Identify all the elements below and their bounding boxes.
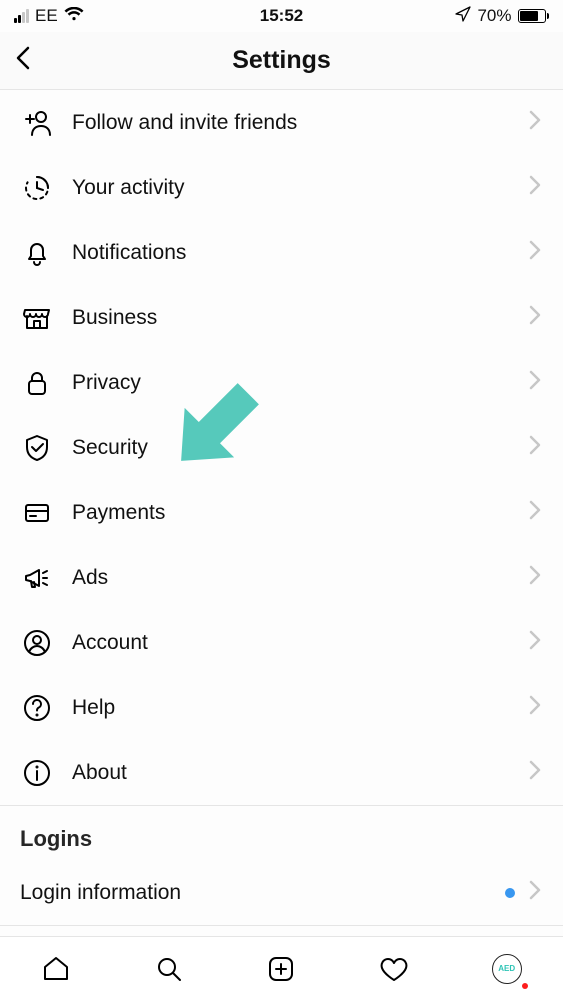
card-icon [20,496,54,530]
tab-bar: AED [0,936,563,1000]
row-account[interactable]: Account [0,610,563,675]
row-label: Login information [20,881,505,905]
search-icon [154,954,184,984]
info-circle-icon [20,756,54,790]
logins-section-title: Logins [0,806,563,860]
chevron-right-icon [529,240,541,265]
chevron-right-icon [529,565,541,590]
battery-percent-label: 70% [477,6,511,26]
shield-check-icon [20,431,54,465]
activity-clock-icon [20,171,54,205]
row-label: Privacy [72,371,529,395]
row-payments[interactable]: Payments [0,480,563,545]
row-label: Payments [72,501,529,525]
chevron-right-icon [529,370,541,395]
row-notifications[interactable]: Notifications [0,220,563,285]
avatar-icon: AED [492,954,522,984]
unread-dot-indicator [505,888,515,898]
chevron-right-icon [529,500,541,525]
back-button[interactable] [14,44,34,77]
megaphone-icon [20,561,54,595]
row-label: Ads [72,566,529,590]
notification-dot [522,983,528,989]
plus-square-icon [266,954,296,984]
chevron-right-icon [529,435,541,460]
row-about[interactable]: About [0,740,563,805]
row-activity[interactable]: Your activity [0,155,563,220]
tab-home[interactable] [38,951,74,987]
bell-icon [20,236,54,270]
lock-icon [20,366,54,400]
add-user-icon [20,106,54,140]
row-label: Your activity [72,176,529,200]
settings-list: Follow and invite friends Your activity … [0,90,563,936]
heart-icon [378,954,410,984]
tab-search[interactable] [151,951,187,987]
chevron-right-icon [529,880,541,905]
row-help[interactable]: Help [0,675,563,740]
chevron-right-icon [529,695,541,720]
page-header: Settings [0,32,563,90]
battery-icon [518,9,550,23]
page-title: Settings [14,46,549,75]
carrier-label: EE [35,6,58,26]
chevron-right-icon [529,305,541,330]
row-label: Business [72,306,529,330]
home-icon [41,954,71,984]
help-circle-icon [20,691,54,725]
chevron-right-icon [529,760,541,785]
tab-new-post[interactable] [263,951,299,987]
row-follow-invite[interactable]: Follow and invite friends [0,90,563,155]
row-label: Security [72,436,529,460]
row-business[interactable]: Business [0,285,563,350]
row-label: Follow and invite friends [72,111,529,135]
account-circle-icon [20,626,54,660]
chevron-right-icon [529,630,541,655]
row-label: Account [72,631,529,655]
chevron-right-icon [529,175,541,200]
location-arrow-icon [455,6,471,27]
chevron-right-icon [529,110,541,135]
row-label: About [72,761,529,785]
row-ads[interactable]: Ads [0,545,563,610]
row-login-information[interactable]: Login information [0,860,563,925]
wifi-icon [64,6,84,26]
tab-profile[interactable]: AED [489,951,525,987]
storefront-icon [20,301,54,335]
status-bar: EE 15:52 70% [0,0,563,32]
row-label: Help [72,696,529,720]
cellular-signal-icon [14,9,29,23]
clock-label: 15:52 [260,6,303,26]
row-privacy[interactable]: Privacy [0,350,563,415]
row-security[interactable]: Security [0,415,563,480]
row-label: Notifications [72,241,529,265]
tab-activity[interactable] [376,951,412,987]
